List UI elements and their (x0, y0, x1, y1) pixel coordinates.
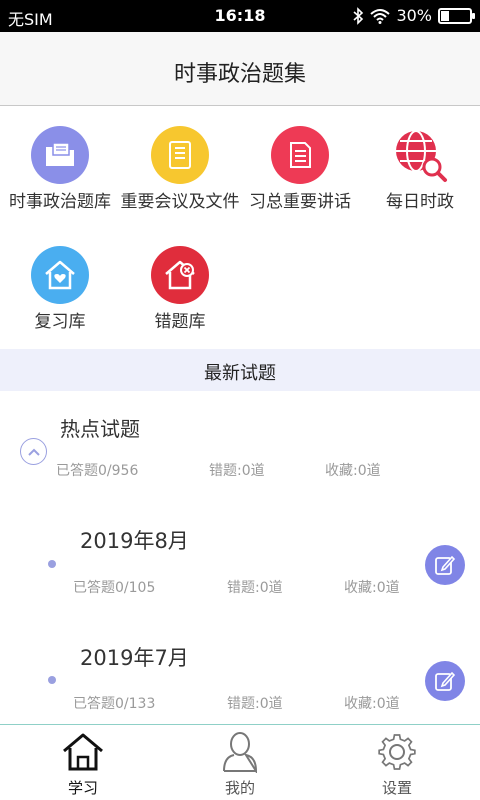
section-title: 最新试题 (204, 363, 276, 384)
answered-count: 已答题0/133 (73, 696, 156, 712)
home-heart-icon (45, 260, 75, 290)
tab-mine[interactable]: 我的 (160, 725, 320, 800)
exam-list: 热点试题 已答题0/956 错题:0道 收藏:0道 2019年8月 已答题0/1… (0, 391, 480, 723)
category-label: 重要会议及文件 (120, 192, 240, 212)
category-label: 时事政治题库 (9, 192, 111, 212)
notes-icon (290, 142, 311, 168)
category-icon-bg (271, 126, 329, 184)
category-item-review[interactable]: 复习库 (0, 227, 120, 339)
battery-percent: 30% (396, 6, 432, 25)
wifi-icon (370, 8, 391, 24)
home-error-icon (165, 260, 195, 290)
tab-study[interactable]: 学习 (3, 725, 163, 800)
category-label: 习总重要讲话 (249, 192, 351, 212)
header: 时事政治题集 (0, 32, 480, 106)
category-item-daily-news[interactable]: 每日时政 (360, 107, 480, 219)
category-icon-bg (391, 126, 449, 184)
tab-label: 我的 (224, 779, 255, 797)
favorites-count: 收藏:0道 (344, 580, 400, 596)
item-title: 2019年8月 (80, 529, 189, 553)
category-label: 每日时政 (386, 192, 454, 212)
wrong-count: 错题:0道 (227, 580, 283, 596)
category-icon-bg (31, 126, 89, 184)
home-icon (63, 733, 103, 771)
edit-button[interactable] (425, 545, 465, 585)
timeline-dot (48, 560, 56, 568)
favorites-count: 收藏:0道 (344, 696, 400, 712)
category-icon-bg (151, 246, 209, 304)
category-item-library[interactable]: 时事政治题库 (0, 107, 120, 219)
group-title: 热点试题 (60, 417, 140, 441)
category-label: 复习库 (34, 312, 86, 332)
answered-count: 已答题0/956 (56, 463, 139, 479)
category-icon-bg (151, 126, 209, 184)
tab-label: 学习 (67, 779, 98, 797)
folder-icon (46, 142, 74, 166)
edit-button[interactable] (425, 661, 465, 701)
category-item-meetings[interactable]: 重要会议及文件 (120, 107, 240, 219)
bottom-nav: 学习 我的 设置 (0, 724, 480, 800)
category-item-mistakes[interactable]: 错题库 (120, 227, 240, 339)
globe-search-icon (396, 130, 447, 182)
edit-icon (435, 671, 456, 691)
category-grid: 时事政治题库 重要会议及文件 习总重要讲话 每日时政 复习库 错题库 (0, 107, 480, 349)
category-label: 错题库 (154, 312, 206, 332)
wrong-count: 错题:0道 (209, 463, 265, 479)
category-item-speeches[interactable]: 习总重要讲话 (240, 107, 360, 219)
favorites-count: 收藏:0道 (325, 463, 381, 479)
gear-icon (378, 734, 416, 770)
battery-icon (438, 7, 475, 24)
chevron-up-icon (27, 448, 40, 456)
collapse-button[interactable] (20, 438, 47, 465)
answered-count: 已答题0/105 (73, 580, 156, 596)
document-icon (169, 141, 191, 169)
item-title: 2019年7月 (80, 646, 189, 670)
status-bar: 无SIM 16:18 30% (0, 0, 480, 32)
wrong-count: 错题:0道 (227, 696, 283, 712)
bluetooth-icon (353, 6, 364, 25)
section-header: 最新试题 (0, 349, 480, 391)
edit-icon (435, 555, 456, 575)
page-title: 时事政治题集 (173, 62, 306, 87)
timeline-dot (48, 676, 56, 684)
category-icon-bg (31, 246, 89, 304)
tab-label: 设置 (381, 779, 412, 797)
tab-settings[interactable]: 设置 (317, 725, 477, 800)
battery-fill (441, 10, 449, 21)
status-icons: 30% (352, 6, 475, 25)
user-icon (223, 732, 258, 773)
